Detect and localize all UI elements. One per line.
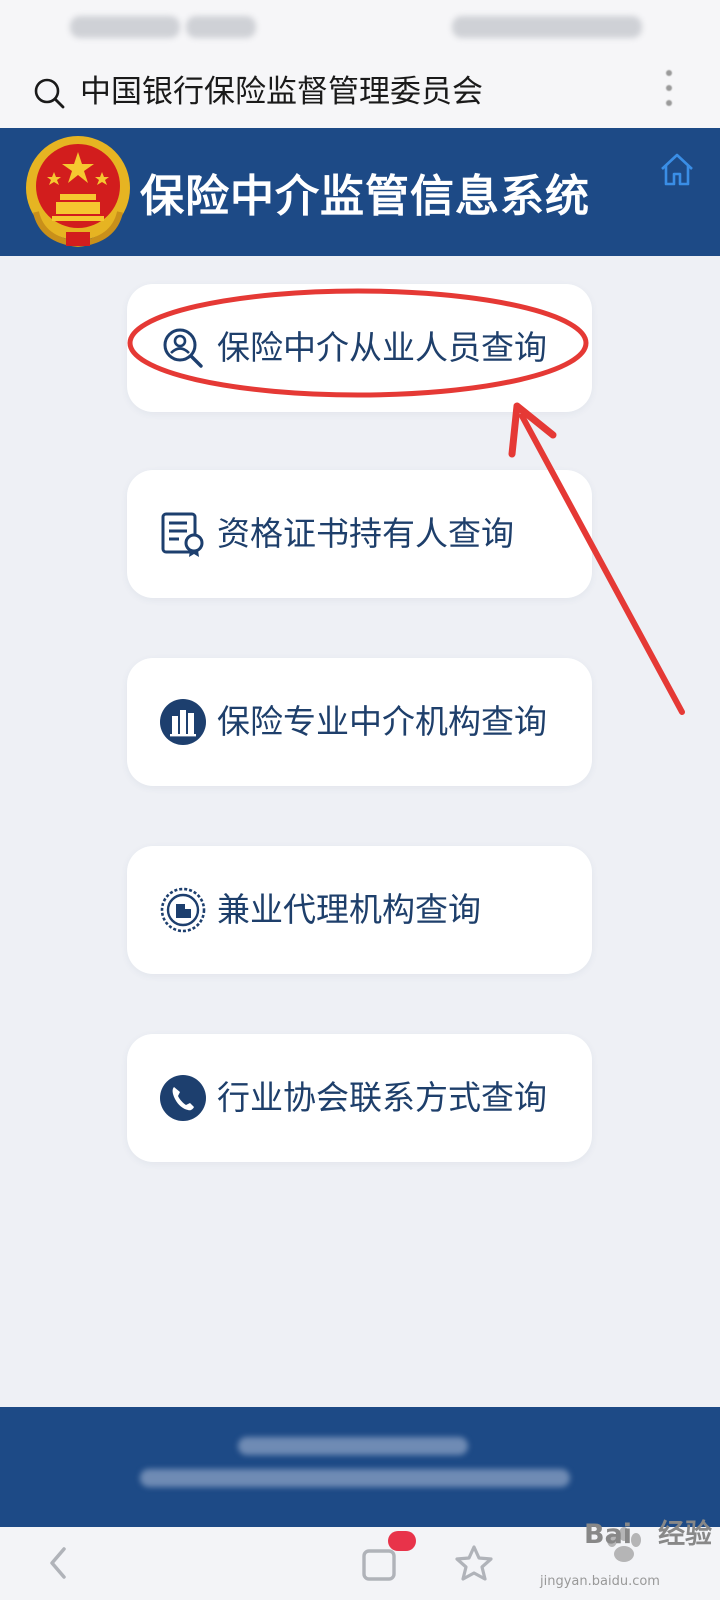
watermark-suffix-text: 经验 xyxy=(658,1519,713,1550)
more-menu-icon[interactable] xyxy=(664,70,674,114)
status-carrier-blurred xyxy=(70,16,180,38)
site-banner: 保险中介监管信息系统 xyxy=(0,128,720,256)
menu-item-label: 行业协会联系方式查询 xyxy=(217,1078,547,1117)
footer-line-blurred xyxy=(238,1437,468,1455)
watermark-brand: Bai 经验 xyxy=(584,1512,712,1551)
menu-item-association-contact-query[interactable]: 行业协会联系方式查询 xyxy=(127,1034,592,1162)
favorite-icon[interactable] xyxy=(452,1541,496,1585)
search-query-text[interactable]: 中国银行保险监督管理委员会 xyxy=(80,72,483,112)
certificate-icon xyxy=(161,512,204,557)
menu-item-label: 保险专业中介机构查询 xyxy=(217,702,547,741)
menu-item-practitioner-query[interactable]: 保险中介从业人员查询 xyxy=(127,284,592,412)
menu-item-certificate-holder-query[interactable]: 资格证书持有人查询 xyxy=(127,470,592,598)
browser-search-bar[interactable]: 中国银行保险监督管理委员会 xyxy=(0,56,720,128)
person-search-icon xyxy=(163,328,203,368)
tabs-badge xyxy=(388,1531,416,1551)
status-icons-blurred xyxy=(452,16,642,38)
menu-item-label: 保险中介从业人员查询 xyxy=(217,328,547,367)
agency-seal-icon xyxy=(160,887,206,933)
status-bar xyxy=(0,0,720,56)
national-emblem-icon xyxy=(26,136,130,248)
watermark-brand-text: Bai xyxy=(584,1519,633,1550)
footer-line-blurred xyxy=(140,1469,570,1487)
menu-item-label: 资格证书持有人查询 xyxy=(217,514,514,553)
watermark-url: jingyan.baidu.com xyxy=(540,1574,660,1589)
annotation-arrow-head xyxy=(508,402,557,458)
back-icon[interactable] xyxy=(44,1545,72,1581)
home-icon[interactable] xyxy=(658,150,696,188)
phone-icon xyxy=(160,1075,206,1121)
search-icon[interactable] xyxy=(32,76,66,110)
system-title: 保险中介监管信息系统 xyxy=(140,171,590,222)
menu-item-label: 兼业代理机构查询 xyxy=(217,890,481,929)
menu-item-part-time-agency-query[interactable]: 兼业代理机构查询 xyxy=(127,846,592,974)
site-footer xyxy=(0,1407,720,1527)
status-network-blurred xyxy=(186,16,256,38)
building-icon xyxy=(160,699,206,745)
menu-item-professional-agency-query[interactable]: 保险专业中介机构查询 xyxy=(127,658,592,786)
